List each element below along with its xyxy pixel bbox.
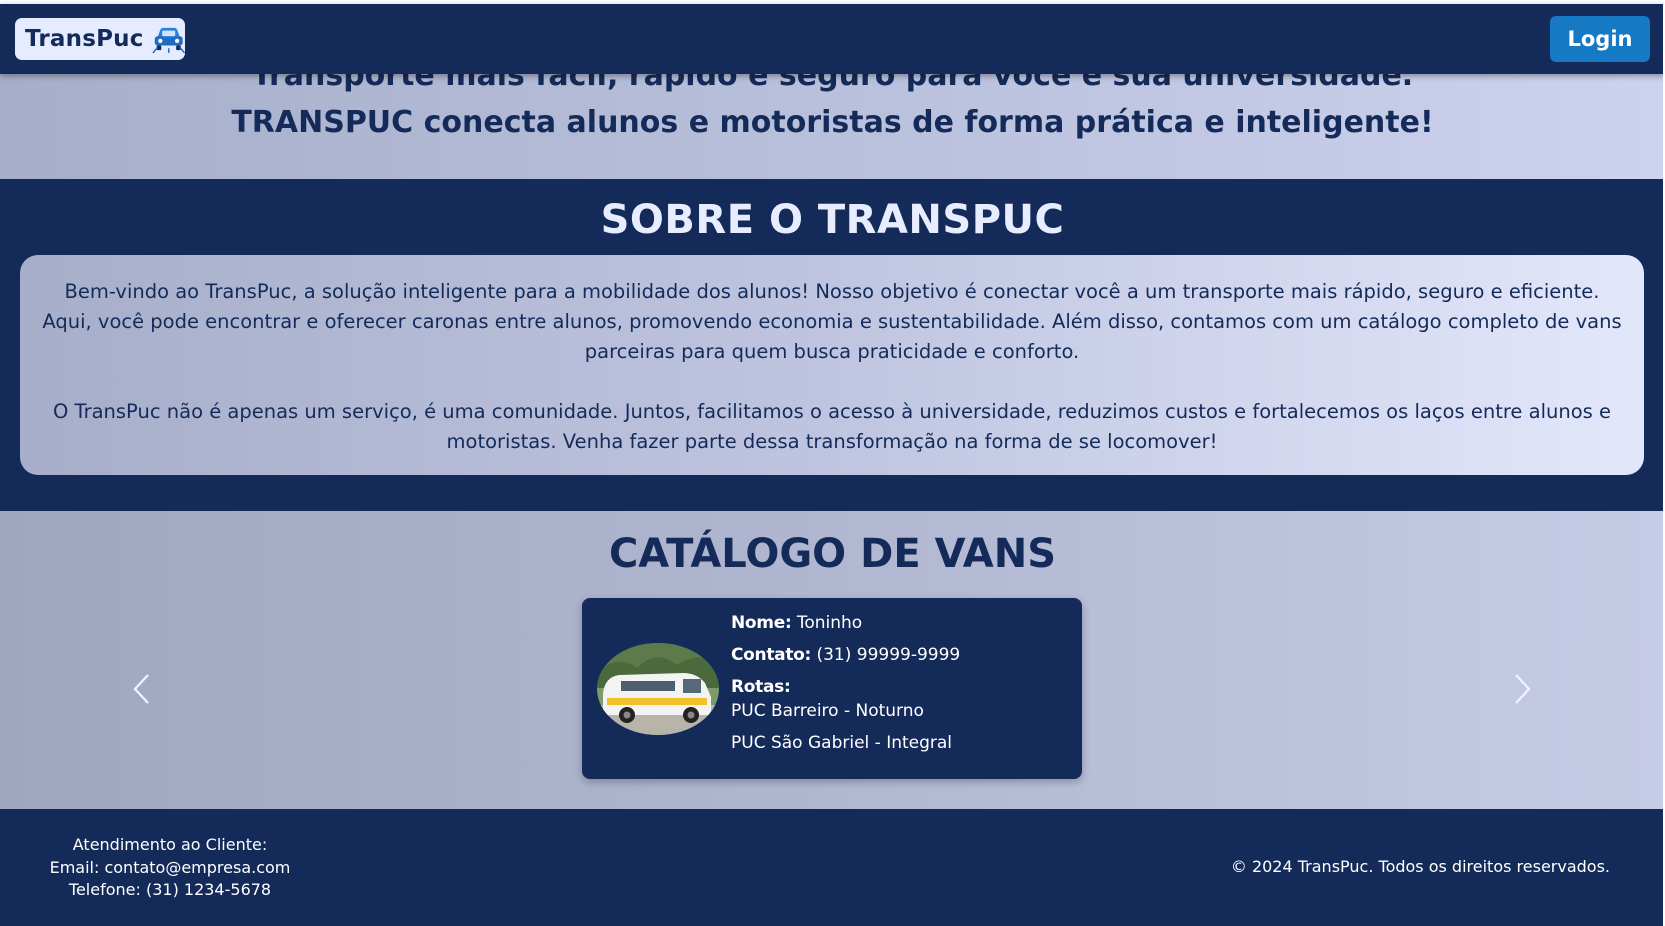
van-contact-row: Contato: (31) 99999-9999	[731, 644, 960, 676]
footer-contact-title: Atendimento ao Cliente:	[72, 835, 268, 854]
van-route-item: PUC São Gabriel - Integral	[731, 733, 953, 753]
van-info: Nome: Toninho Contato: (31) 99999-9999 R…	[731, 612, 960, 764]
chevron-right-icon[interactable]	[1510, 672, 1534, 706]
van-name-row: Nome: Toninho	[731, 612, 960, 644]
about-title: SOBRE O TRANSPUC	[600, 197, 1065, 243]
van-photo	[597, 643, 719, 735]
footer-copyright: © 2024 TransPuc. Todos os direitos reser…	[1230, 857, 1610, 876]
footer-email: Email: contato@empresa.com	[49, 857, 291, 877]
chevron-left-icon[interactable]	[130, 672, 154, 706]
van-routes-label: Rotas:	[731, 677, 791, 697]
van-contact-label: Contato:	[731, 645, 812, 665]
brand-name: TransPuc	[25, 26, 144, 52]
footer: Atendimento ao Cliente: Email: contato@e…	[0, 809, 1665, 926]
hero-subtitle: TRANSPUC conecta alunos e motoristas de …	[231, 105, 1434, 140]
about-section: SOBRE O TRANSPUC Bem-vindo ao TransPuc, …	[0, 179, 1665, 511]
car-icon	[151, 27, 185, 54]
navbar: TransPuc Login	[0, 4, 1665, 74]
about-box: Bem-vindo ao TransPuc, a solução intelig…	[20, 255, 1644, 475]
footer-phone: Telefone: (31) 1234-5678	[68, 880, 272, 899]
page: Transporte mais fácil, rápido e seguro p…	[0, 0, 1665, 926]
brand-logo[interactable]: TransPuc	[15, 18, 185, 60]
van-route-item: PUC Barreiro - Noturno	[731, 701, 924, 721]
van-contact: (31) 99999-9999	[816, 645, 961, 665]
catalog-title: CATÁLOGO DE VANS	[608, 531, 1057, 577]
login-button[interactable]: Login	[1550, 16, 1650, 62]
van-card: Nome: Toninho Contato: (31) 99999-9999 R…	[582, 598, 1082, 779]
van-routes-row: Rotas:	[731, 676, 960, 700]
catalog-section: CATÁLOGO DE VANS Nome: Toninho Contato: …	[0, 511, 1665, 809]
footer-contact: Atendimento ao Cliente: Email: contato@e…	[40, 834, 300, 902]
van-name: Toninho	[796, 613, 863, 633]
van-name-label: Nome:	[731, 613, 792, 633]
about-paragraph-1: Bem-vindo ao TransPuc, a solução intelig…	[42, 280, 1622, 363]
about-paragraph-2: O TransPuc não é apenas um serviço, é um…	[52, 400, 1611, 453]
